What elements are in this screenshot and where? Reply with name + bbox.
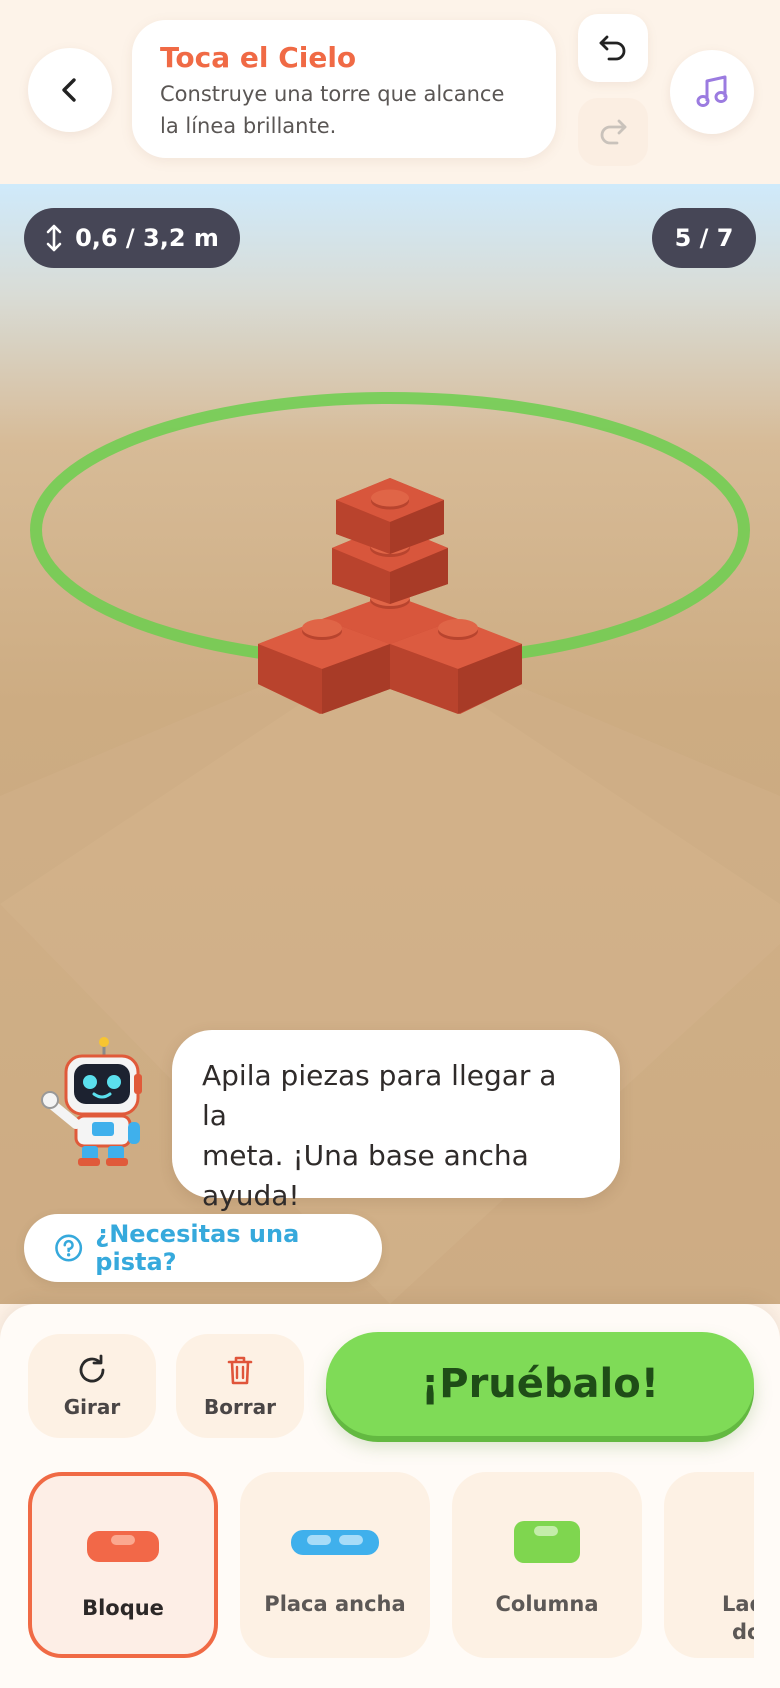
level-title-card: Toca el Cielo Construye una torre que al… bbox=[132, 20, 556, 158]
delete-button[interactable]: Borrar bbox=[176, 1334, 304, 1438]
brick-tower[interactable] bbox=[258, 478, 522, 714]
build-panel: Girar Borrar ¡Pruébalo! Bloque Placa anc… bbox=[0, 1304, 780, 1688]
assistant-speech-bubble: Apila piezas para llegar a la meta. ¡Una… bbox=[172, 1030, 620, 1212]
rotate-icon bbox=[79, 1354, 105, 1383]
piece-preview bbox=[721, 1520, 754, 1564]
undo-icon bbox=[599, 35, 626, 61]
piece-label-line: Lad bbox=[722, 1592, 754, 1616]
trash-icon bbox=[227, 1356, 253, 1385]
build-scene[interactable]: 0,6 / 3,2 m 5 / 7 Apila piezas para lleg… bbox=[0, 184, 780, 1304]
piece-card-bloque[interactable]: Bloque bbox=[28, 1472, 218, 1658]
rotate-button[interactable]: Girar bbox=[28, 1334, 156, 1438]
delete-label: Borrar bbox=[203, 1395, 277, 1419]
piece-label: Lad do bbox=[664, 1590, 754, 1646]
level-title: Toca el Cielo bbox=[160, 41, 357, 74]
piece-card-columna[interactable]: Columna bbox=[452, 1472, 642, 1658]
piece-selector: Bloque Placa ancha Columna La d bbox=[0, 1466, 754, 1688]
height-readout: 0,6 / 3,2 m bbox=[24, 208, 240, 268]
piece-label-line: do bbox=[732, 1620, 754, 1644]
level-description-line: Construye una torre que alcance bbox=[160, 82, 505, 106]
piece-preview bbox=[512, 1520, 582, 1564]
chevron-left-icon bbox=[62, 78, 76, 102]
try-it-button[interactable]: ¡Pruébalo! bbox=[326, 1332, 754, 1436]
speech-line: Apila piezas para llegar a la bbox=[202, 1059, 557, 1132]
redo-icon bbox=[600, 119, 627, 145]
piece-card-placa-ancha[interactable]: Placa ancha bbox=[240, 1472, 430, 1658]
header: Toca el Cielo Construye una torre que al… bbox=[0, 0, 780, 184]
level-description: Construye una torre que alcance la línea… bbox=[160, 79, 528, 142]
robot-assistant bbox=[41, 1037, 142, 1166]
height-value: 0,6 / 3,2 m bbox=[75, 224, 219, 252]
speech-line: meta. ¡Una base ancha bbox=[202, 1139, 529, 1172]
hint-label: ¿Necesitas una pista? bbox=[95, 1220, 300, 1276]
rotate-label: Girar bbox=[63, 1395, 121, 1419]
piece-card-ladrillo[interactable]: Lad do bbox=[664, 1472, 754, 1658]
question-circle-icon bbox=[55, 1234, 83, 1262]
music-button[interactable] bbox=[670, 50, 754, 134]
back-button[interactable] bbox=[28, 48, 112, 132]
undo-button[interactable] bbox=[578, 14, 648, 82]
try-it-label: ¡Pruébalo! bbox=[421, 1361, 659, 1407]
vertical-arrows-icon bbox=[46, 224, 62, 252]
piece-label: Columna bbox=[495, 1592, 599, 1616]
level-description-line: la línea brillante. bbox=[160, 113, 337, 138]
redo-button[interactable] bbox=[578, 98, 648, 166]
piece-label: Placa ancha bbox=[264, 1592, 406, 1616]
hint-button[interactable]: ¿Necesitas una pista? bbox=[24, 1214, 382, 1282]
piece-label: Bloque bbox=[82, 1596, 164, 1620]
speech-line: ayuda! bbox=[202, 1179, 300, 1212]
piece-preview bbox=[85, 1524, 161, 1568]
piece-preview bbox=[289, 1520, 381, 1564]
pieces-counter: 5 / 7 bbox=[652, 208, 756, 268]
music-note-icon bbox=[696, 75, 728, 107]
